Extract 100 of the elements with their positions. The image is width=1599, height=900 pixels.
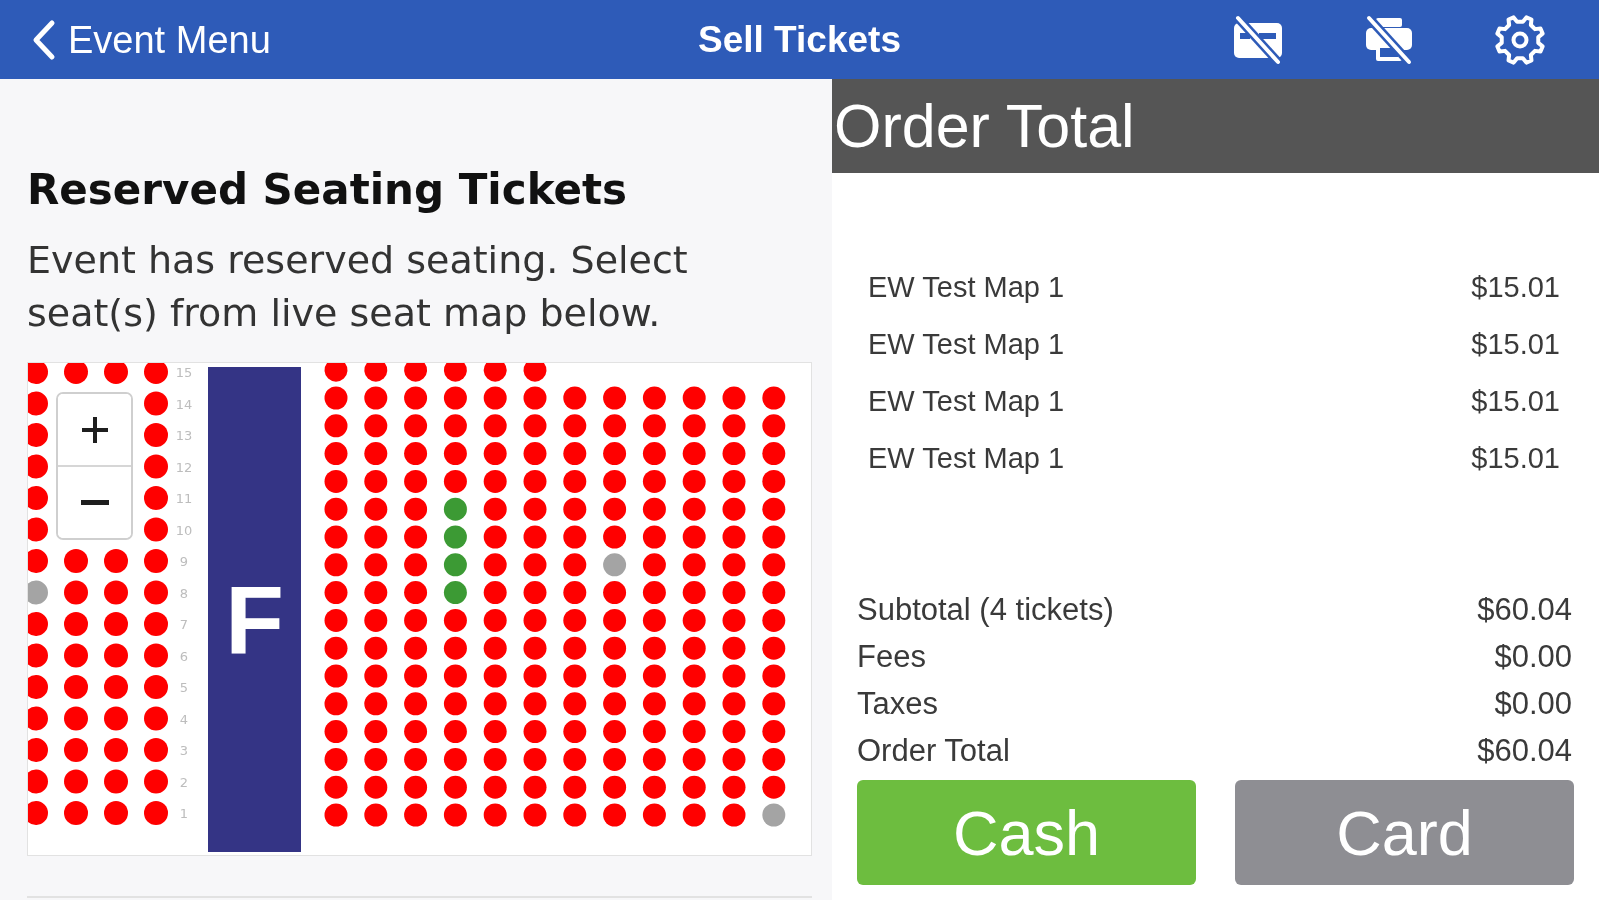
seat-icon[interactable] [563,581,587,605]
seat-icon[interactable] [523,363,547,382]
seat-icon[interactable] [28,363,48,384]
seat-icon[interactable] [144,580,168,605]
seat-icon[interactable] [28,769,48,794]
seat-icon[interactable] [682,747,706,771]
seat-icon[interactable] [642,497,666,521]
seat-icon[interactable] [523,525,547,549]
seat-icon[interactable] [722,747,746,771]
seat-icon[interactable] [642,469,666,493]
zoom-out-button[interactable] [58,465,131,538]
seat-icon[interactable] [682,636,706,660]
seat-icon[interactable] [364,747,388,771]
seat-icon[interactable] [762,664,786,688]
seat-icon[interactable] [104,706,128,731]
seat-icon[interactable] [483,497,507,521]
seat-icon[interactable] [443,636,467,660]
seat-icon[interactable] [443,469,467,493]
seat-icon[interactable] [762,636,786,660]
seat-icon[interactable] [364,442,388,466]
seat-icon[interactable] [483,414,507,438]
seat-icon[interactable] [563,747,587,771]
seat-icon[interactable] [144,643,168,668]
seat-icon[interactable] [483,636,507,660]
seat-icon[interactable] [603,581,627,605]
seat-icon[interactable] [404,636,428,660]
seat-icon[interactable] [28,801,48,825]
seat-icon[interactable] [144,363,168,384]
seat-icon[interactable] [443,608,467,632]
seat-icon[interactable] [324,363,348,382]
seat-icon[interactable] [144,391,168,416]
seat-icon[interactable] [682,664,706,688]
seat-icon[interactable] [523,442,547,466]
seat-icon[interactable] [523,720,547,744]
seat-icon[interactable] [762,469,786,493]
seat-icon[interactable] [104,769,128,794]
seat-icon[interactable] [682,414,706,438]
seat-icon[interactable] [603,469,627,493]
seat-icon[interactable] [483,363,507,382]
seat-icon[interactable] [563,414,587,438]
seat-icon[interactable] [144,423,168,447]
seat-icon[interactable] [144,612,168,636]
seat-icon[interactable] [64,706,88,731]
seat-icon[interactable] [682,720,706,744]
seat-icon[interactable] [364,386,388,410]
seat-icon[interactable] [324,720,348,744]
seat-icon[interactable] [642,747,666,771]
seat-icon[interactable] [64,612,88,636]
seat-icon[interactable] [443,442,467,466]
seat-icon[interactable] [563,469,587,493]
seat-icon[interactable] [722,469,746,493]
seat-icon[interactable] [563,386,587,410]
seat-icon[interactable] [603,720,627,744]
seat-icon[interactable] [104,675,128,699]
seat-icon[interactable] [64,675,88,699]
seat-icon[interactable] [563,775,587,799]
seat-icon[interactable] [404,720,428,744]
seat-icon[interactable] [144,769,168,794]
seat-icon[interactable] [324,386,348,410]
seat-icon[interactable] [28,517,48,542]
seat-icon[interactable] [603,553,627,577]
seat-icon[interactable] [144,454,168,479]
seat-icon[interactable] [104,549,128,573]
seat-icon[interactable] [682,608,706,632]
seat-icon[interactable] [642,664,666,688]
seat-icon[interactable] [364,775,388,799]
seat-icon[interactable] [483,442,507,466]
seat-icon[interactable] [722,525,746,549]
seat-icon[interactable] [64,643,88,668]
seat-icon[interactable] [144,486,168,510]
seat-icon[interactable] [404,581,428,605]
seat-icon[interactable] [603,386,627,410]
settings-icon[interactable] [1493,12,1547,67]
cash-button[interactable]: Cash [857,780,1196,885]
card-slash-icon[interactable] [1231,14,1285,65]
seat-icon[interactable] [144,517,168,542]
seat-icon[interactable] [324,803,348,827]
seat-icon[interactable] [603,442,627,466]
seat-icon[interactable] [28,675,48,699]
seat-icon[interactable] [404,608,428,632]
seat-icon[interactable] [483,469,507,493]
seat-icon[interactable] [364,664,388,688]
seat-icon[interactable] [64,769,88,794]
seat-icon[interactable] [762,608,786,632]
seat-icon[interactable] [642,386,666,410]
seat-icon[interactable] [443,664,467,688]
seat-icon[interactable] [404,386,428,410]
seat-icon[interactable] [682,803,706,827]
seat-icon[interactable] [443,775,467,799]
seat-icon[interactable] [483,386,507,410]
seat-icon[interactable] [762,775,786,799]
seat-icon[interactable] [483,664,507,688]
seat-icon[interactable] [364,553,388,577]
seat-icon[interactable] [483,803,507,827]
seat-icon[interactable] [563,664,587,688]
seat-icon[interactable] [523,469,547,493]
seat-icon[interactable] [603,775,627,799]
seat-icon[interactable] [682,442,706,466]
seat-icon[interactable] [404,469,428,493]
seat-icon[interactable] [404,414,428,438]
